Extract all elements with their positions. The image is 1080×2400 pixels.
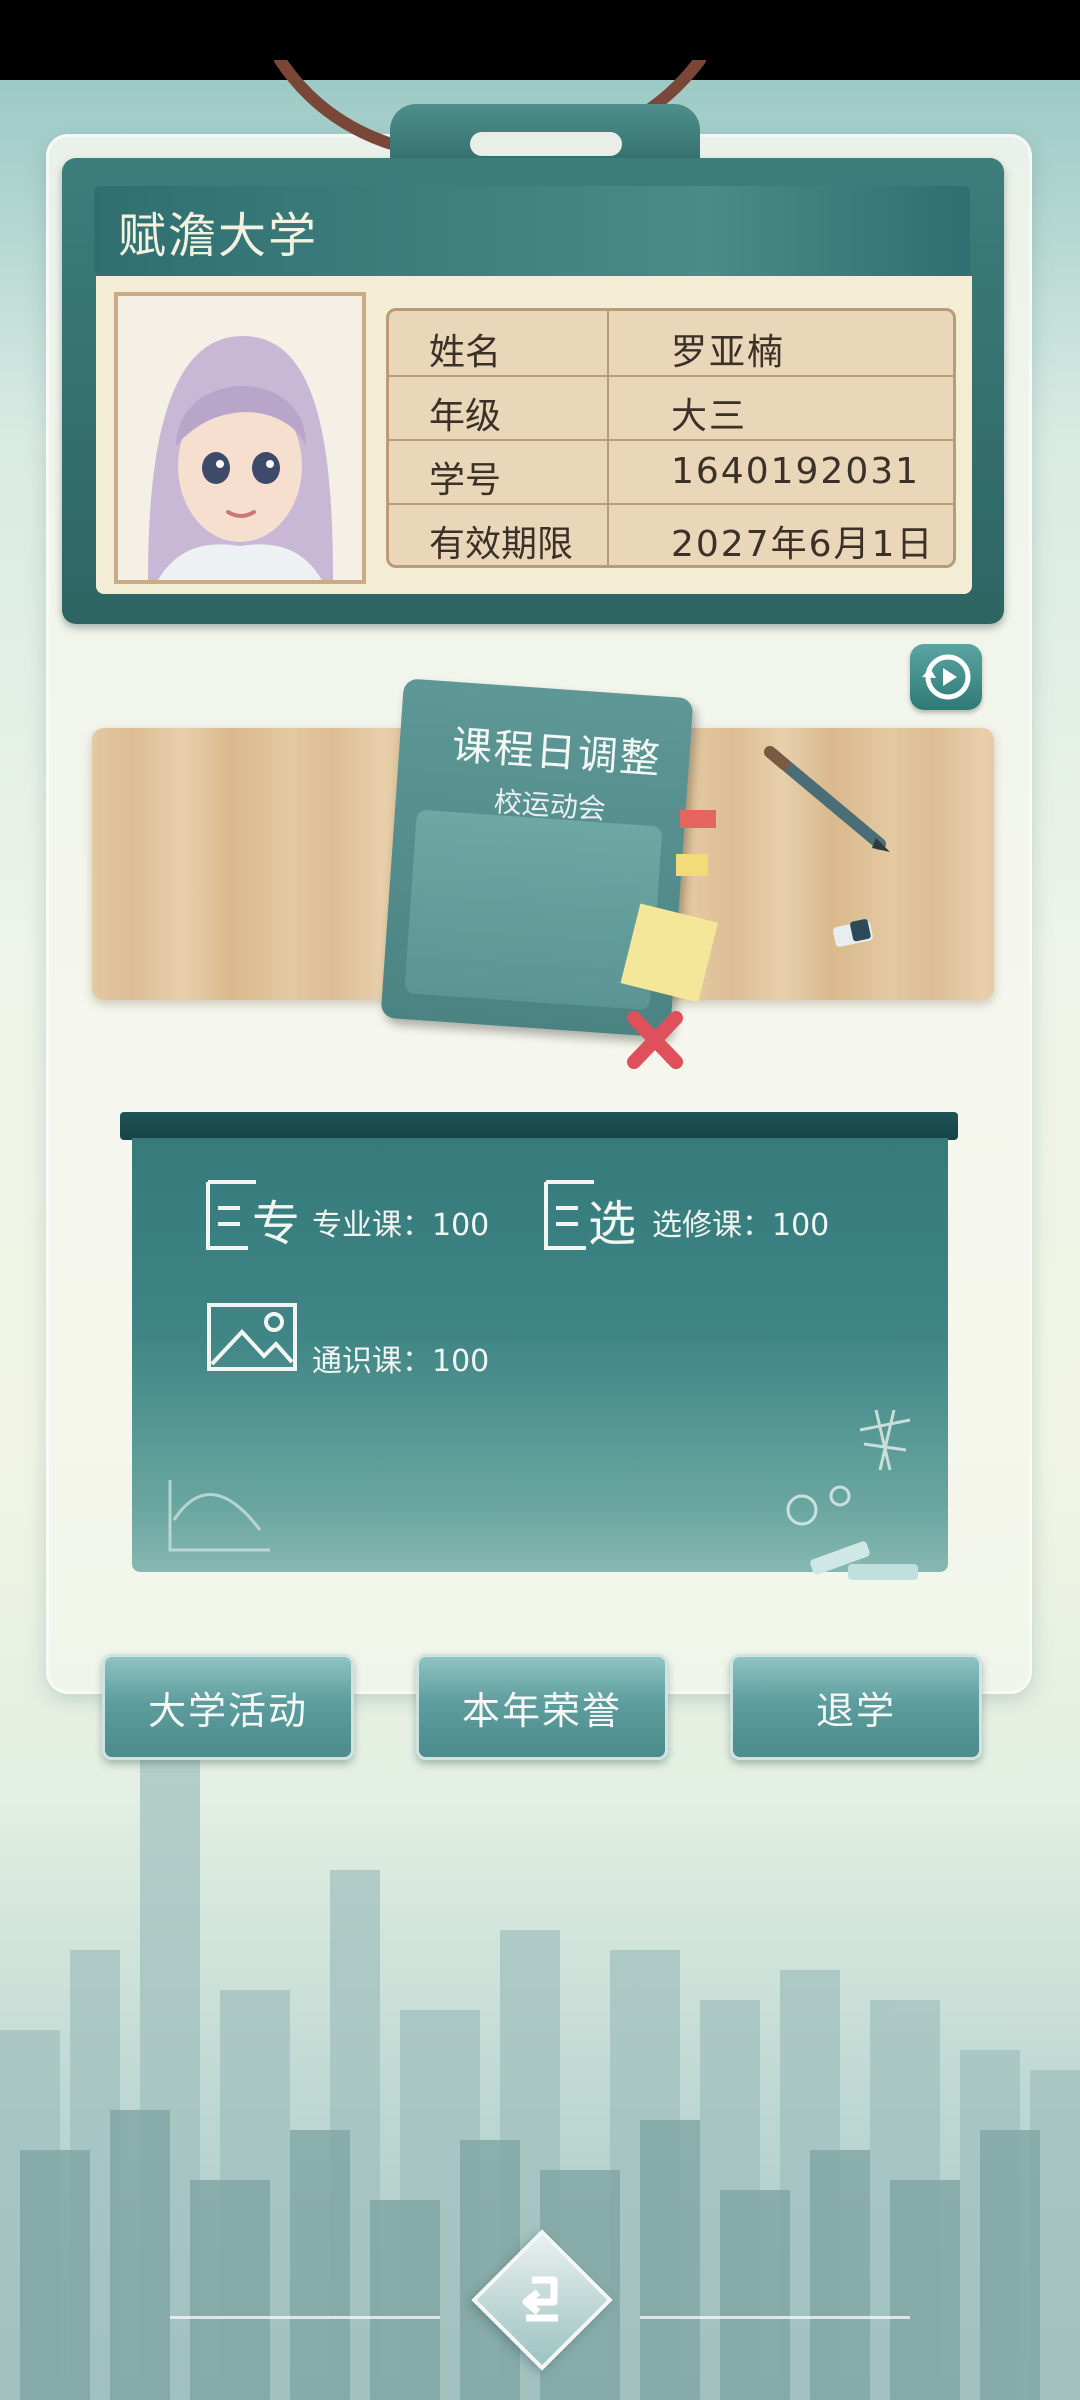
major-course-label: 专业课：100 [312, 1208, 490, 1243]
major-course-icon: 专 [206, 1180, 300, 1252]
student-photo [114, 292, 366, 584]
student-info-table: 姓名 罗亚楠 年级 大三 学号 1640192031 有效期限 2027年6月1… [386, 308, 956, 568]
table-row-student-id: 学号 1640192031 [389, 439, 953, 505]
info-label: 有效期限 [429, 524, 574, 565]
svg-text:选: 选 [588, 1196, 636, 1252]
info-label: 学号 [429, 460, 502, 501]
replay-icon [922, 654, 971, 700]
eraser-icon [833, 919, 873, 947]
decorative-line-right [640, 2316, 910, 2319]
general-course-label: 通识课：100 [312, 1344, 490, 1379]
table-row-name: 姓名 罗亚楠 [389, 311, 953, 377]
table-row-expiry: 有效期限 2027年6月1日 [389, 503, 953, 565]
info-label: 姓名 [429, 332, 502, 373]
table-row-grade: 年级 大三 [389, 375, 953, 441]
card-clip-slot [470, 132, 622, 156]
general-course-icon [207, 1303, 297, 1371]
sticky-notes-icon [620, 810, 719, 1069]
university-name: 赋澹大学 [118, 208, 319, 264]
drop-out-button[interactable]: 退学 [730, 1654, 982, 1760]
info-value: 大三 [671, 396, 748, 437]
chalk-doodle-and-chalk [786, 1409, 918, 1580]
svg-text:专: 专 [252, 1196, 300, 1252]
schedule-subtitle: 校运动会 [492, 785, 607, 826]
info-value: 1640192031 [671, 451, 921, 492]
annual-honors-button[interactable]: 本年荣誉 [416, 1654, 668, 1760]
student-avatar-icon [118, 296, 362, 580]
info-value: 2027年6月1日 [671, 524, 935, 565]
decorative-line-left [170, 2316, 440, 2319]
info-value: 罗亚楠 [671, 332, 786, 373]
pencil-icon [764, 746, 890, 852]
back-arrow-icon [522, 2276, 558, 2322]
university-activities-button[interactable]: 大学活动 [102, 1654, 354, 1760]
elective-course-label: 选修课：100 [652, 1208, 830, 1243]
chalk-graph-doodle [168, 1480, 270, 1552]
elective-course-icon: 选 [544, 1180, 636, 1252]
replay-button[interactable] [910, 644, 982, 710]
info-label: 年级 [429, 396, 502, 437]
chalkboard-frame [120, 1112, 958, 1140]
